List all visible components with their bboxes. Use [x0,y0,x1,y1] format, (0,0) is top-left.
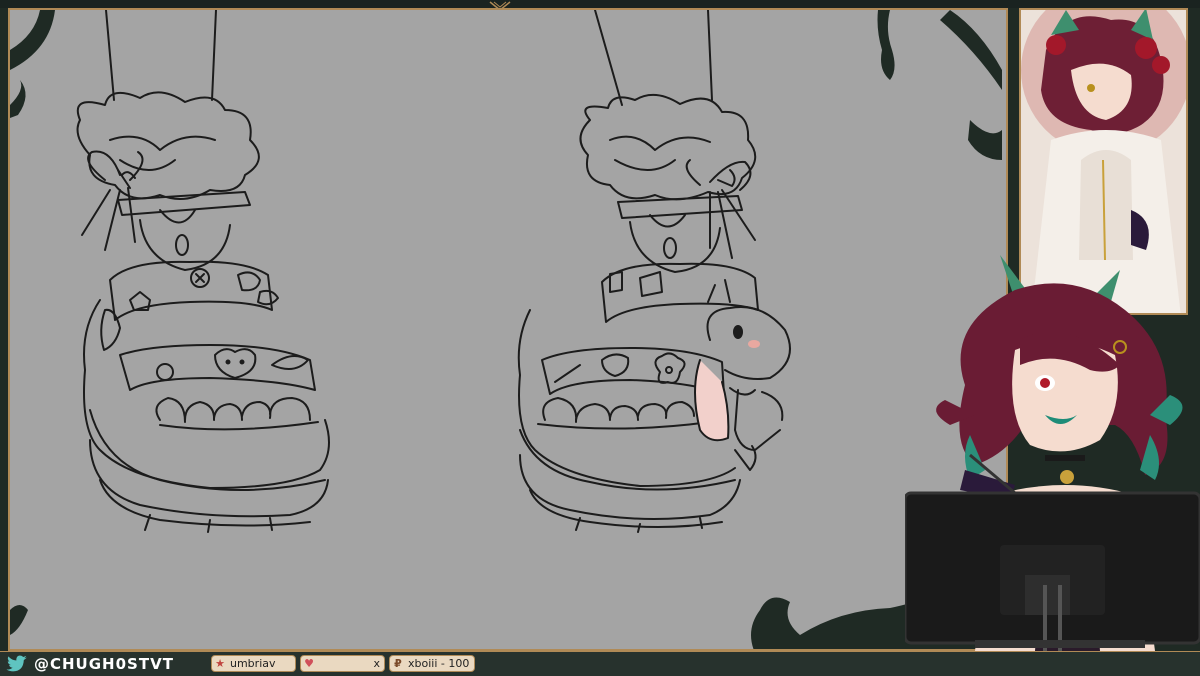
social-handle-text: @CHUGH0STVT [34,655,174,673]
sandal-sketch [76,10,791,533]
currency-icon: ₽ [394,657,402,670]
top-border-bar [0,0,1200,11]
follower-name: umbriav [230,657,276,670]
bottom-status-bar: @CHUGH0STVT ★ umbriav ♥ x ₽ xboiii - 100 [0,651,1200,676]
subscriber-trailing: x [373,657,380,670]
donation-alert: ₽ xboiii - 100 [389,655,475,672]
follower-alert: ★ umbriav [211,655,296,672]
donation-text: xboiii - 100 [408,657,470,670]
heart-icon: ♥ [304,657,314,670]
vtuber-avatar [905,255,1200,651]
star-icon: ★ [215,657,225,670]
avatar-illustration [905,255,1200,651]
drawing-canvas[interactable] [8,8,1008,651]
social-handle[interactable]: @CHUGH0STVT [6,654,174,674]
twitter-bird-icon [6,655,27,672]
subscriber-alert: ♥ x [300,655,385,672]
